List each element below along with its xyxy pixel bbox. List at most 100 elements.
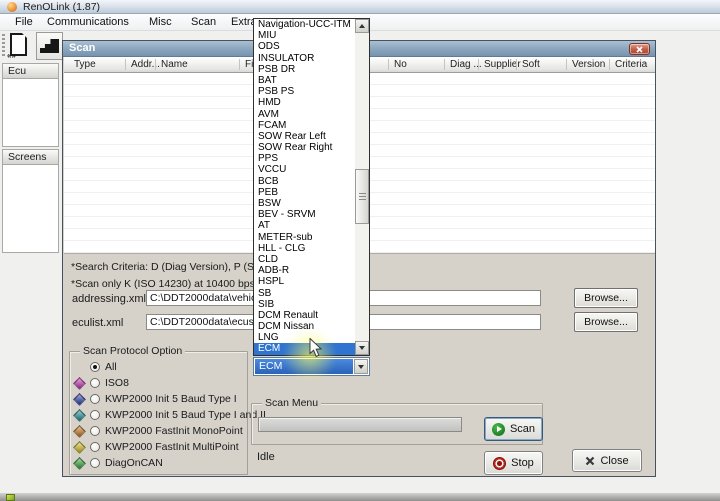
- protocol-option[interactable]: KWP2000 Init 5 Baud Type I and II: [73, 407, 266, 423]
- scan-button-label: Scan: [509, 423, 536, 435]
- dropdown-item[interactable]: HMD: [254, 97, 356, 108]
- scroll-down-icon: [359, 346, 365, 350]
- dropdown-item[interactable]: METER-sub: [254, 232, 356, 243]
- close-window-button[interactable]: [629, 43, 650, 55]
- column-header[interactable]: Soft: [522, 59, 540, 70]
- stop-button[interactable]: Stop: [484, 451, 543, 475]
- dropdown-item[interactable]: FCAM: [254, 120, 356, 131]
- protocol-option[interactable]: All: [73, 359, 245, 375]
- stop-icon: [493, 456, 507, 470]
- menu-scan[interactable]: Scan: [188, 16, 219, 28]
- taskbar[interactable]: [0, 493, 720, 501]
- dropdown-item[interactable]: PEB: [254, 187, 356, 198]
- dropdown-item[interactable]: BCB: [254, 176, 356, 187]
- column-separator: [239, 59, 240, 70]
- menu-misc[interactable]: Misc: [146, 16, 175, 28]
- column-header[interactable]: Diag ...: [450, 59, 482, 70]
- dropdown-item[interactable]: VCCU: [254, 164, 356, 175]
- ecu-panel-header[interactable]: Ecu: [2, 63, 59, 79]
- dropdown-item[interactable]: AVM: [254, 109, 356, 120]
- menu-file[interactable]: File: [12, 16, 36, 28]
- protocol-option[interactable]: KWP2000 FastInit MultiPoint: [73, 439, 245, 455]
- dropdown-item[interactable]: ODS: [254, 41, 356, 52]
- dropdown-item[interactable]: BSW: [254, 198, 356, 209]
- protocol-label: All: [105, 361, 117, 373]
- protocol-group-title: Scan Protocol Option: [80, 345, 186, 357]
- radio-button[interactable]: [90, 378, 100, 388]
- combobox-value: ECM: [255, 359, 353, 374]
- protocol-group: Scan Protocol Option All ISO8 KWP2000 Init…: [69, 345, 266, 475]
- dropdown-item[interactable]: BAT: [254, 75, 356, 86]
- radio-button[interactable]: [90, 458, 100, 468]
- protocol-label: DiagOnCAN: [105, 457, 163, 469]
- dropdown-item[interactable]: PPS: [254, 153, 356, 164]
- dropdown-item[interactable]: SOW Rear Left: [254, 131, 356, 142]
- protocol-option[interactable]: ISO8: [73, 375, 245, 391]
- app-icon: [7, 2, 17, 12]
- radio-button[interactable]: [90, 394, 100, 404]
- column-header[interactable]: Type: [74, 59, 96, 70]
- dropdown-item[interactable]: HLL - CLG: [254, 243, 356, 254]
- dropdown-item[interactable]: BEV - SRVM: [254, 209, 356, 220]
- column-header[interactable]: Criteria: [615, 59, 647, 70]
- screens-panel-body[interactable]: [2, 165, 59, 253]
- stairs-icon: [40, 39, 59, 53]
- toolbar-grip[interactable]: [2, 34, 5, 58]
- column-header[interactable]: No: [394, 59, 407, 70]
- browse-addressing-button[interactable]: Browse...: [574, 288, 638, 308]
- protocol-label: ISO8: [105, 377, 129, 389]
- combobox-dropdown-button[interactable]: [354, 359, 368, 374]
- protocol-option[interactable]: KWP2000 FastInit MonoPoint: [73, 423, 245, 439]
- scroll-down-button[interactable]: [355, 341, 369, 355]
- protocol-option[interactable]: KWP2000 Init 5 Baud Type I: [73, 391, 245, 407]
- dropdown-item[interactable]: LNG: [254, 332, 356, 343]
- status-text: Idle: [257, 451, 275, 463]
- column-header[interactable]: Name: [161, 59, 188, 70]
- dropdown-item[interactable]: ECM: [254, 343, 356, 355]
- menu-communications[interactable]: Communications: [44, 16, 132, 28]
- radio-button[interactable]: [90, 410, 100, 420]
- dropdown-item[interactable]: Navigation-UCC-ITM: [254, 19, 356, 30]
- app-title: RenOLink (1.87): [23, 1, 101, 13]
- document-toolbar-button[interactable]: «»: [7, 32, 33, 60]
- column-header[interactable]: Version: [572, 59, 605, 70]
- dropdown-item[interactable]: INSULATOR: [254, 53, 356, 64]
- dropdown-item[interactable]: PSB DR: [254, 64, 356, 75]
- dropdown-item[interactable]: SB: [254, 288, 356, 299]
- protocol-options: All ISO8 KWP2000 Init 5 Baud Type I KWP2000…: [73, 359, 266, 471]
- radio-button[interactable]: [90, 362, 100, 372]
- scroll-up-button[interactable]: [355, 19, 369, 33]
- dropdown-item[interactable]: PSB PS: [254, 86, 356, 97]
- document-icon-mark: «»: [7, 51, 16, 60]
- ecu-panel-body[interactable]: [2, 79, 59, 147]
- dropdown-item[interactable]: CLD: [254, 254, 356, 265]
- dropdown-item[interactable]: SOW Rear Right: [254, 142, 356, 153]
- stairs-toolbar-button[interactable]: [36, 32, 63, 60]
- protocol-label: KWP2000 FastInit MonoPoint: [105, 425, 243, 437]
- scan-button[interactable]: Scan: [484, 417, 543, 441]
- dropdown-scrollbar[interactable]: [355, 19, 369, 355]
- ecu-panel: Ecu: [2, 63, 59, 147]
- dropdown-item[interactable]: MIU: [254, 30, 356, 41]
- diamond-icon: [73, 456, 86, 470]
- scrollbar-thumb[interactable]: [355, 169, 369, 224]
- dropdown-item[interactable]: HSPL: [254, 276, 356, 287]
- dropdown-item[interactable]: DCM Renault: [254, 310, 356, 321]
- ecu-combobox[interactable]: ECM: [253, 357, 370, 376]
- screens-panel-header[interactable]: Screens: [2, 149, 59, 165]
- protocol-option[interactable]: DiagOnCAN: [73, 455, 245, 471]
- close-dialog-button[interactable]: Close: [572, 449, 642, 472]
- radio-button[interactable]: [90, 426, 100, 436]
- column-separator: [609, 59, 610, 70]
- column-separator: [478, 59, 479, 70]
- dropdown-item[interactable]: DCM Nissan: [254, 321, 356, 332]
- protocol-label: KWP2000 FastInit MultiPoint: [105, 441, 239, 453]
- column-separator: [444, 59, 445, 70]
- app-titlebar[interactable]: RenOLink (1.87): [0, 0, 720, 14]
- radio-button[interactable]: [90, 442, 100, 452]
- dropdown-item[interactable]: ADB-R: [254, 265, 356, 276]
- dropdown-item[interactable]: SIB: [254, 299, 356, 310]
- browse-eculist-button[interactable]: Browse...: [574, 312, 638, 332]
- protocol-label: KWP2000 Init 5 Baud Type I and II: [105, 409, 266, 421]
- dropdown-item[interactable]: AT: [254, 220, 356, 231]
